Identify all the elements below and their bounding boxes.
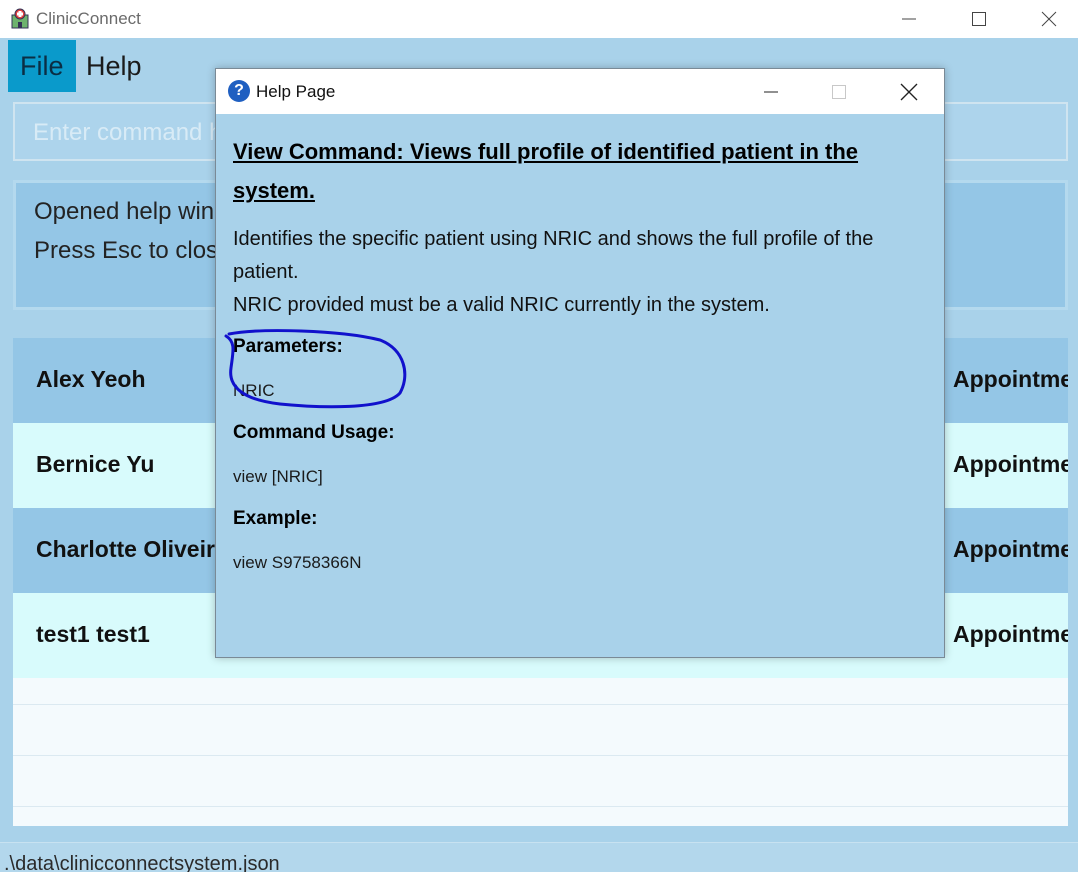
parameters-value: NRIC [233, 381, 275, 400]
patient-appointment: Appointment [953, 451, 1068, 477]
command-description: Identifies the specific patient using NR… [233, 223, 923, 322]
window-title: ClinicConnect [36, 9, 141, 28]
divider [13, 755, 1068, 756]
help-dialog-title: Help Page [256, 82, 336, 101]
example-label: Example: [233, 508, 318, 529]
help-close-button[interactable] [874, 69, 944, 114]
patient-name: Charlotte Oliveiro [36, 536, 229, 562]
close-button[interactable] [1014, 0, 1078, 38]
minimize-icon [764, 91, 778, 92]
patient-appointment: Appointment [953, 536, 1068, 562]
help-dialog-titlebar: ? Help Page [216, 69, 944, 114]
description-line-2: NRIC provided must be a valid NRIC curre… [233, 294, 770, 316]
maximize-icon [832, 84, 846, 99]
clinic-app-icon [11, 8, 29, 29]
parameters-label: Parameters: [233, 336, 343, 357]
patient-name: Bernice Yu [36, 451, 155, 477]
minimize-button[interactable] [874, 0, 944, 38]
divider [13, 704, 1068, 705]
status-bar: .\data\clinicconnectsystem.json [0, 842, 1078, 872]
help-maximize-button[interactable] [804, 69, 874, 114]
maximize-button[interactable] [944, 0, 1014, 38]
patient-appointment: Appointment [953, 366, 1068, 392]
close-icon [900, 83, 918, 100]
command-heading: View Command: Views full profile of iden… [233, 139, 859, 203]
help-question-icon: ? [228, 80, 250, 102]
help-minimize-button[interactable] [736, 69, 806, 114]
maximize-icon [972, 12, 986, 26]
menu-file[interactable]: File [8, 40, 76, 92]
example-value: view S9758366N [233, 553, 362, 572]
divider [13, 806, 1068, 807]
description-line-1: Identifies the specific patient using NR… [233, 228, 874, 283]
patient-name: Alex Yeoh [36, 366, 146, 392]
help-dialog[interactable]: ? Help Page View Command: Views full pro… [215, 68, 945, 658]
window-titlebar: ClinicConnect [0, 0, 1078, 38]
usage-label: Command Usage: [233, 422, 395, 443]
usage-value: view [NRIC] [233, 467, 323, 486]
data-file-path: .\data\clinicconnectsystem.json [4, 853, 280, 872]
menu-help[interactable]: Help [74, 40, 154, 92]
patient-appointment: Appointment [953, 621, 1068, 647]
patient-name: test1 test1 [36, 621, 150, 647]
minimize-icon [902, 18, 916, 20]
close-icon [1041, 11, 1057, 27]
